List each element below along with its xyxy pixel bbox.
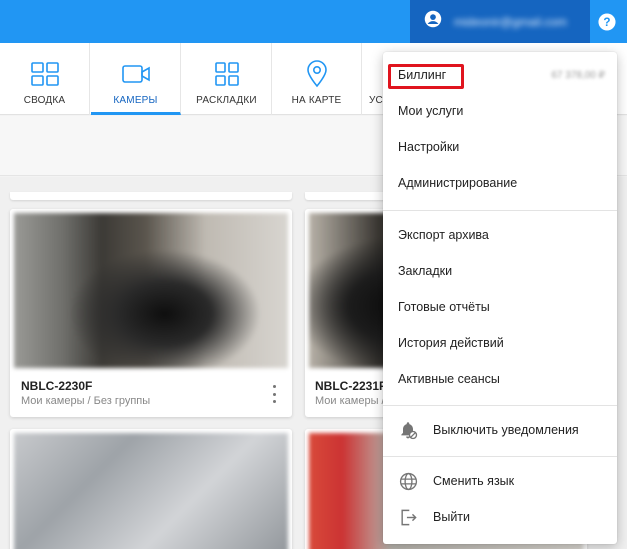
menu-item-logout[interactable]: Выйти — [383, 501, 617, 533]
tab-label: УС — [369, 95, 383, 106]
camera-thumbnail[interactable] — [14, 213, 288, 368]
user-account-icon — [424, 10, 442, 33]
camera-name: NBLC-2231F — [315, 379, 387, 393]
tab-cameras[interactable]: КАМЕРЫ — [91, 43, 181, 115]
tab-label: СВОДКА — [23, 95, 66, 106]
menu-item-change-language[interactable]: Сменить язык — [383, 465, 617, 497]
map-pin-icon — [306, 59, 328, 89]
menu-item-my-services[interactable]: Мои услуги — [383, 95, 617, 127]
menu-item-reports[interactable]: Готовые отчёты — [383, 291, 617, 323]
account-button[interactable]: mideonir@gmail.com — [410, 0, 590, 43]
tab-label: РАСКЛАДКИ — [196, 95, 257, 106]
svg-text:?: ? — [603, 16, 610, 29]
billing-balance: 67 378,00 ₽ — [551, 69, 605, 81]
account-email: mideonir@gmail.com — [454, 14, 567, 29]
menu-divider — [383, 456, 617, 457]
video-camera-icon — [121, 59, 151, 89]
help-button[interactable]: ? — [597, 12, 617, 32]
menu-divider — [383, 405, 617, 406]
menu-item-active-sessions[interactable]: Активные сеансы — [383, 363, 617, 395]
menu-item-administration[interactable]: Администрирование — [383, 167, 617, 199]
layout-grid-icon — [214, 59, 240, 89]
tab-map[interactable]: НА КАРТЕ — [272, 43, 362, 115]
more-vert-icon[interactable] — [269, 385, 279, 403]
globe-icon — [398, 471, 418, 491]
top-bar: mideonir@gmail.com ? — [0, 0, 627, 43]
notifications-off-icon — [398, 420, 418, 440]
logout-icon — [398, 507, 418, 527]
tab-layouts[interactable]: РАСКЛАДКИ — [182, 43, 272, 115]
menu-divider — [383, 210, 617, 211]
camera-card[interactable] — [10, 429, 292, 549]
camera-group: Мои камеры / Без группы — [21, 395, 151, 407]
menu-item-disable-notifications[interactable]: Выключить уведомления — [383, 414, 617, 446]
account-menu: Биллинг 67 378,00 ₽ Мои услуги Настройки… — [383, 52, 617, 544]
help-icon: ? — [598, 13, 616, 31]
camera-thumbnail[interactable] — [14, 433, 288, 549]
menu-item-action-history[interactable]: История действий — [383, 327, 617, 359]
camera-name: NBLC-2230F — [21, 379, 93, 393]
menu-item-settings[interactable]: Настройки — [383, 131, 617, 163]
card-partial — [10, 192, 292, 200]
tab-label: НА КАРТЕ — [291, 95, 342, 106]
menu-item-export-archive[interactable]: Экспорт архива — [383, 219, 617, 251]
menu-item-bookmarks[interactable]: Закладки — [383, 255, 617, 287]
grid-icon — [30, 59, 60, 89]
tab-summary[interactable]: СВОДКА — [0, 43, 90, 115]
tab-label: КАМЕРЫ — [113, 95, 158, 106]
billing-highlight-box — [388, 64, 464, 89]
camera-card[interactable]: NBLC-2230F Мои камеры / Без группы — [10, 209, 292, 417]
